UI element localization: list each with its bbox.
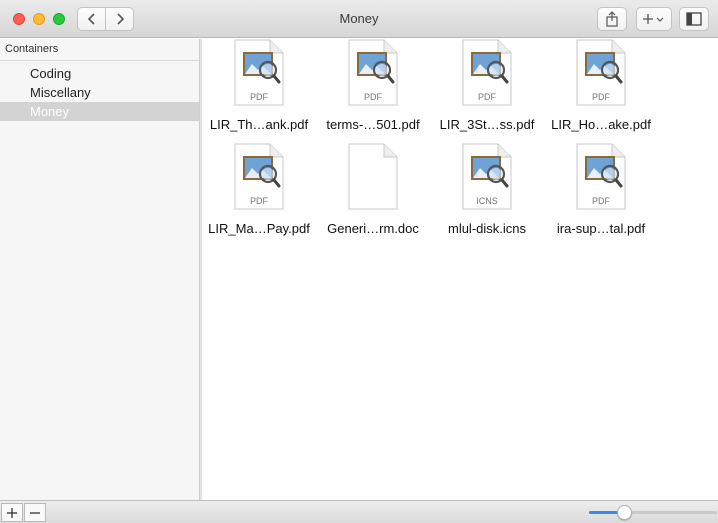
file-name: terms-…501.pdf [326,117,420,132]
share-icon [606,11,618,27]
icon-size-slider[interactable] [589,505,717,520]
file-item[interactable]: PDF ira-sup…tal.pdf [544,143,658,243]
remove-container-button[interactable] [24,503,46,522]
preview-document-icon: ICNS [462,143,512,210]
file-name: ira-sup…tal.pdf [556,221,646,236]
file-type-label: ICNS [476,196,498,206]
blank-document-icon [348,143,398,210]
share-button[interactable] [597,7,627,31]
file-item[interactable]: PDF LIR_Ma…Pay.pdf [202,143,316,243]
file-item[interactable]: PDF LIR_Th…ank.pdf [202,39,316,139]
file-name: LIR_Th…ank.pdf [209,117,309,132]
preview-document-icon: PDF [462,39,512,106]
preview-document-icon: PDF [234,39,284,106]
preview-document-icon: PDF [234,143,284,210]
file-grid: PDF LIR_Th…ank.pdf PDF terms-…501.pdf PD… [202,39,718,500]
file-name: LIR_3St…ss.pdf [439,117,535,132]
preview-document-icon: PDF [576,143,626,210]
file-item[interactable]: Generi…rm.doc [316,143,430,243]
slider-thumb[interactable] [617,505,632,520]
add-menu-button[interactable] [636,7,672,31]
add-container-button[interactable] [1,503,23,522]
file-name: Generi…rm.doc [327,221,419,236]
sidebar-item-miscellany[interactable]: Miscellany [0,83,199,102]
toggle-sidebar-button[interactable] [679,7,709,31]
sidebar-item-money[interactable]: Money [0,102,199,121]
file-name: mlul-disk.icns [447,221,526,236]
title-bar: Money [0,0,718,38]
file-name: LIR_Ma…Pay.pdf [208,221,310,236]
sidebar-item-coding[interactable]: Coding [0,64,199,83]
minus-icon [30,511,40,514]
plus-icon [7,507,17,518]
sidebar: Containers Coding Miscellany Money [0,39,200,500]
file-type-label: PDF [364,92,383,102]
file-type-label: PDF [592,92,611,102]
file-item[interactable]: PDF LIR_Ho…ake.pdf [544,39,658,139]
file-item[interactable]: PDF LIR_3St…ss.pdf [430,39,544,139]
sidebar-toggle-icon [686,12,702,26]
preview-document-icon: PDF [348,39,398,106]
preview-document-icon: PDF [576,39,626,106]
file-item[interactable]: ICNS mlul-disk.icns [430,143,544,243]
file-type-label: PDF [250,196,269,206]
file-type-label: PDF [478,92,497,102]
file-item[interactable]: PDF terms-…501.pdf [316,39,430,139]
plus-dropdown-icon [643,14,664,24]
sidebar-header: Containers [0,39,199,61]
file-name: LIR_Ho…ake.pdf [551,117,651,132]
file-type-label: PDF [250,92,269,102]
file-type-label: PDF [592,196,611,206]
bottom-bar [0,500,718,523]
